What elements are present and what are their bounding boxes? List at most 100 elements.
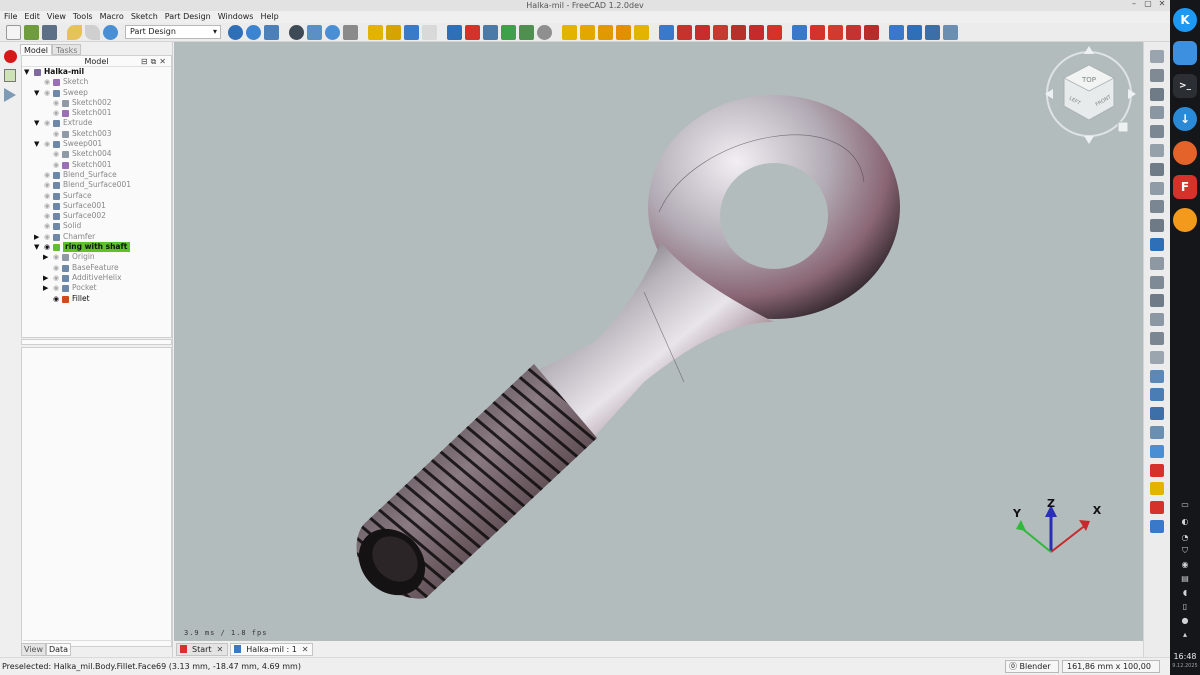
datum-point-icon[interactable] [1150, 332, 1164, 345]
visibility-eye-icon[interactable]: ◉ [53, 294, 59, 304]
view-right-icon[interactable] [1150, 87, 1164, 101]
subtractive-pipe-icon[interactable] [731, 24, 746, 40]
visibility-eye-icon[interactable]: ◉ [44, 118, 50, 128]
subtractive-loft-icon[interactable] [713, 24, 728, 40]
firefox-icon[interactable] [1173, 141, 1197, 165]
visibility-eye-icon[interactable]: ◉ [53, 149, 59, 159]
clone-icon[interactable] [537, 24, 552, 40]
mirror-icon[interactable] [1150, 388, 1164, 402]
pocket-icon[interactable] [659, 24, 674, 40]
box-icon[interactable] [1150, 482, 1164, 496]
tree-item[interactable]: ▼ ◉ Sweep [22, 88, 171, 98]
battery-icon[interactable]: ▯ [1179, 602, 1191, 612]
visibility-eye-icon[interactable]: ◉ [53, 98, 59, 108]
tab-model[interactable]: Model [20, 44, 53, 55]
network-icon[interactable]: ◉ [1179, 560, 1191, 570]
tree-item[interactable]: ◉ Surface [22, 191, 171, 201]
isometric-view-icon[interactable] [264, 24, 279, 40]
link-icon[interactable] [343, 24, 358, 40]
tree-item[interactable]: ◉ Sketch001 [22, 108, 171, 118]
view-axono-icon[interactable] [1150, 219, 1164, 233]
terminal-icon[interactable]: >_ [1173, 74, 1197, 98]
visibility-eye-icon[interactable]: ◉ [44, 201, 50, 211]
file-manager-icon[interactable] [1173, 41, 1197, 65]
revolution-icon[interactable] [580, 24, 595, 40]
display-icon[interactable]: ▭ [1179, 500, 1191, 510]
visibility-eye-icon[interactable]: ◉ [44, 242, 50, 252]
visibility-eye-icon[interactable]: ◉ [44, 170, 50, 180]
datum-plane-icon[interactable] [1150, 294, 1164, 308]
menu-macro[interactable]: Macro [100, 11, 124, 23]
navigation-style-selector[interactable]: ⓪ Blender [1005, 660, 1059, 673]
tree-item[interactable]: ▶ ◉ Chamfer [22, 232, 171, 242]
orange-app-icon[interactable] [1173, 208, 1197, 232]
draft-icon[interactable] [846, 24, 861, 40]
mirrored-icon[interactable] [889, 24, 904, 40]
placement-icon[interactable] [386, 24, 401, 40]
datum-line-icon[interactable] [1150, 313, 1164, 327]
collapse-arrow-icon[interactable]: ▼ [34, 88, 39, 98]
visibility-eye-icon[interactable]: ◉ [53, 252, 59, 262]
subtractive-primitive-icon[interactable] [767, 24, 782, 40]
eye-bolt-thread[interactable] [345, 364, 597, 609]
macro-execute-icon[interactable] [4, 88, 16, 102]
visibility-eye-icon[interactable]: ◉ [53, 273, 59, 283]
shape-view-icon[interactable] [1150, 256, 1164, 270]
visibility-eye-icon[interactable]: ◉ [44, 180, 50, 190]
visibility-eye-icon[interactable]: ◉ [44, 139, 50, 149]
view-trimetric-icon[interactable] [1150, 200, 1164, 214]
boolean-icon[interactable] [792, 24, 807, 40]
additive-loft-icon[interactable] [598, 24, 613, 40]
view-dimetric-icon[interactable] [1150, 181, 1164, 195]
tray-expand-icon[interactable]: ▴ [1179, 630, 1191, 640]
hole-icon[interactable] [677, 24, 692, 40]
menu-view[interactable]: View [47, 11, 66, 23]
tab-tasks[interactable]: Tasks [52, 44, 82, 55]
undo-icon[interactable] [67, 24, 82, 40]
redo-icon[interactable] [85, 24, 100, 40]
collapse-arrow-icon[interactable]: ▼ [34, 242, 39, 252]
grid-icon[interactable] [1150, 369, 1164, 383]
tree-item[interactable]: ▼ Halka-mil [22, 67, 171, 77]
visibility-eye-icon[interactable]: ◉ [53, 129, 59, 139]
tree-item[interactable]: ◉ Blend_Surface001 [22, 180, 171, 190]
pattern-icon[interactable] [1150, 463, 1164, 477]
expand-arrow-icon[interactable]: ▶ [34, 232, 39, 242]
close-tab-icon[interactable]: ✕ [302, 644, 309, 655]
menu-file[interactable]: File [4, 11, 17, 23]
menu-sketch[interactable]: Sketch [131, 11, 158, 23]
tab-data[interactable]: Data [45, 643, 72, 656]
menu-edit[interactable]: Edit [24, 11, 40, 23]
visibility-eye-icon[interactable]: ◉ [53, 283, 59, 293]
download-icon[interactable]: ↓ [1173, 107, 1197, 131]
scale-icon[interactable] [1150, 426, 1164, 439]
linear-pattern-icon[interactable] [907, 24, 922, 40]
visibility-eye-icon[interactable]: ◉ [53, 263, 59, 273]
tree-header-controls[interactable]: ⊟⧉✕ [141, 56, 169, 67]
close-tab-icon[interactable]: ✕ [217, 644, 224, 655]
clipboard-icon[interactable]: ▤ [1179, 574, 1191, 584]
refresh-icon[interactable] [103, 24, 118, 40]
tree-item[interactable]: ◉ Sketch003 [22, 129, 171, 139]
macro-record-icon[interactable] [4, 50, 17, 63]
tree-item[interactable]: ◉ Solid [22, 221, 171, 231]
volume-icon[interactable]: ◖ [1179, 588, 1191, 598]
polar-pattern-icon[interactable] [925, 24, 940, 40]
text-document-icon[interactable] [422, 24, 437, 40]
tab-view[interactable]: View [21, 643, 46, 656]
fit-all-icon[interactable] [228, 24, 243, 40]
validate-sketch-icon[interactable] [483, 24, 498, 40]
open-document-icon[interactable] [24, 24, 39, 40]
tree-item[interactable]: ▼ ◉ Sweep001 [22, 139, 171, 149]
workbench-selector[interactable]: Part Design [125, 25, 221, 39]
view-rear-icon[interactable] [1150, 106, 1164, 120]
measure-icon[interactable] [325, 24, 340, 40]
fillet-icon[interactable] [810, 24, 825, 40]
tree-item[interactable]: ◉ Blend_Surface [22, 170, 171, 180]
visibility-eye-icon[interactable]: ◉ [53, 160, 59, 170]
view-bottom-icon[interactable] [1150, 125, 1164, 139]
tree-item[interactable]: ◉ Surface001 [22, 201, 171, 211]
part-icon[interactable] [368, 24, 383, 40]
doc-tab-start[interactable]: Start ✕ [176, 642, 229, 656]
tree-item[interactable]: ◉ Surface002 [22, 211, 171, 221]
